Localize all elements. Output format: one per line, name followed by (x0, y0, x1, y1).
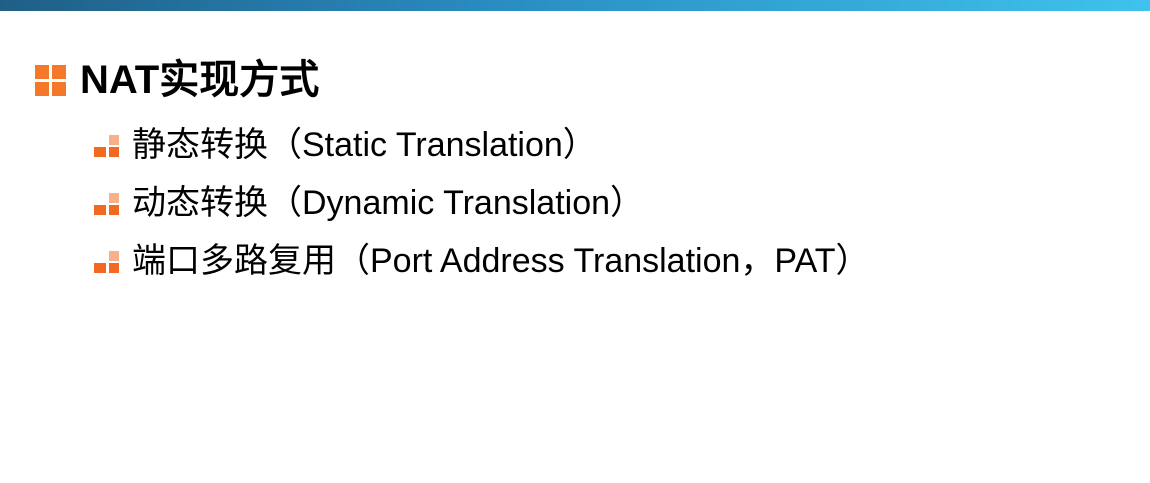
steps-bullet-icon (94, 133, 122, 157)
list-item-dynamic: 动态转换（Dynamic Translation） (94, 174, 870, 232)
square-grid-bullet-icon (35, 64, 66, 96)
list-item-label: 动态转换（Dynamic Translation） (132, 184, 645, 222)
nat-methods-list: 静态转换（Static Translation） 动态转换（Dynamic Tr… (94, 116, 870, 290)
slide-heading: NAT实现方式 (80, 58, 320, 102)
list-item-label: 静态转换（Static Translation） (132, 126, 597, 164)
list-item-pat: 端口多路复用（Port Address Translation，PAT） (94, 232, 870, 290)
steps-bullet-icon (94, 249, 122, 273)
steps-bullet-icon (94, 191, 122, 215)
top-accent-bar (0, 0, 1150, 11)
slide-heading-row: NAT实现方式 (35, 54, 319, 106)
list-item-label: 端口多路复用（Port Address Translation，PAT） (132, 242, 870, 280)
list-item-static: 静态转换（Static Translation） (94, 116, 870, 174)
